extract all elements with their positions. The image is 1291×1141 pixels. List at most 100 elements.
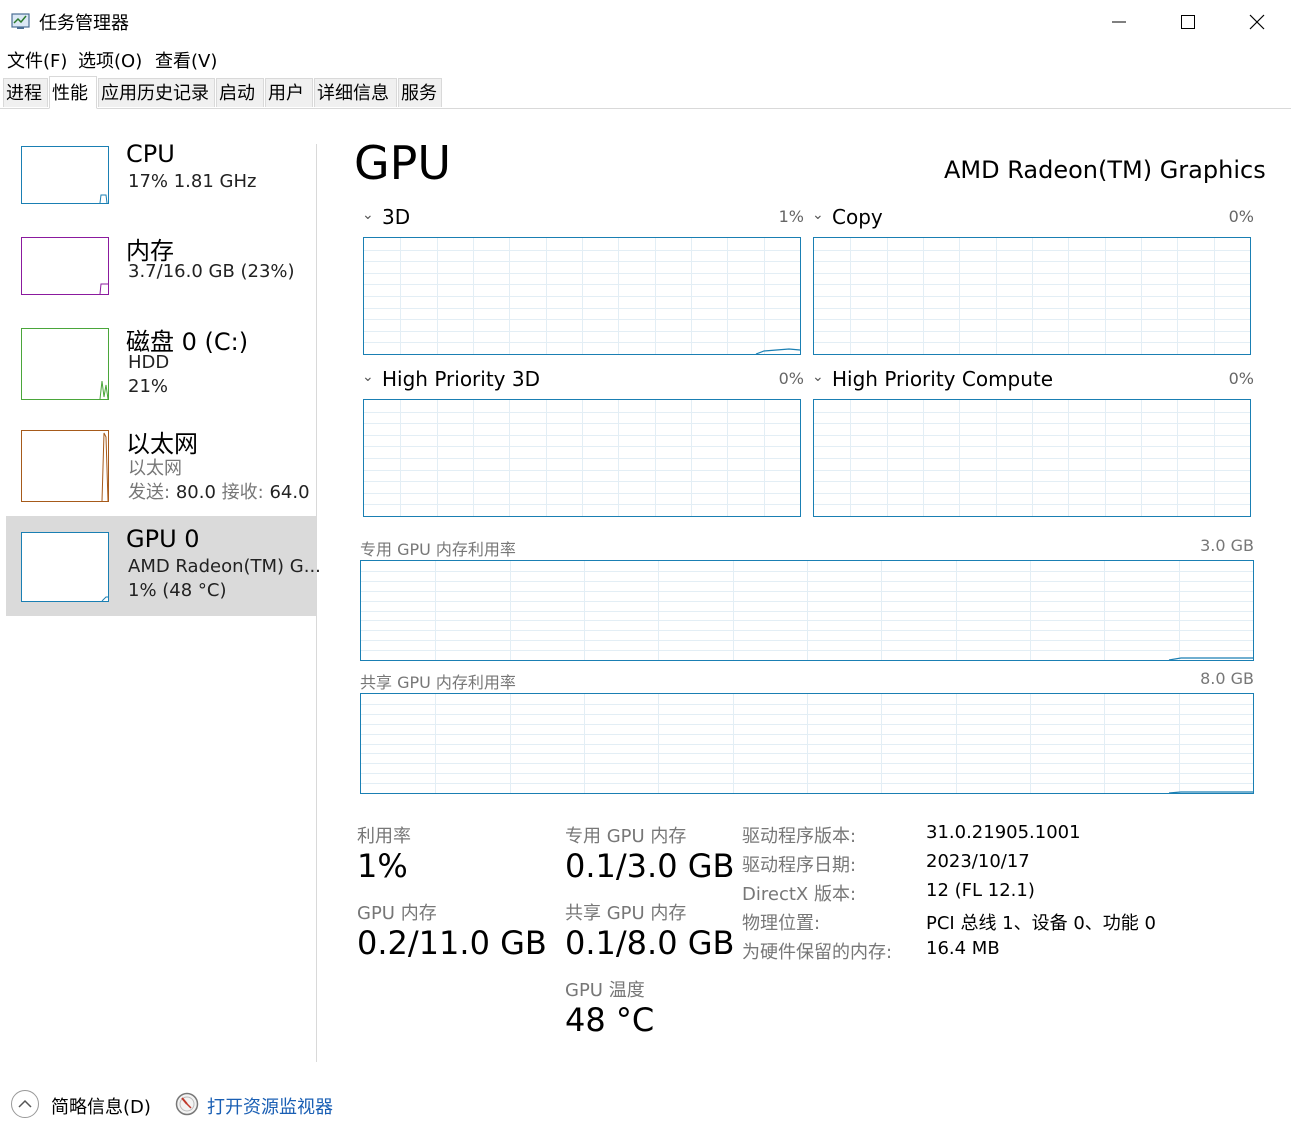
engine-pct-hpcompute: 0% [1228, 369, 1254, 388]
resource-monitor-icon[interactable] [175, 1092, 199, 1116]
engine-selector-hp3d[interactable]: High Priority 3D [382, 367, 540, 391]
driver-version-value: 31.0.21905.1001 [926, 822, 1081, 843]
sidebar-item-throughput: 发送: 80.0 接收: 64.0 K [128, 478, 316, 504]
engine-pct-3d: 1% [778, 207, 804, 226]
reserved-memory-value: 16.4 MB [926, 938, 1000, 959]
sidebar-item-disk[interactable]: 磁盘 0 (C:) HDD 21% [6, 314, 316, 414]
tab-services[interactable]: 服务 [398, 78, 442, 107]
engine-graph-hp3d [363, 399, 801, 517]
sidebar-item-detail: 17% 1.81 GHz [128, 171, 257, 192]
directx-version-key: DirectX 版本: [742, 884, 857, 905]
sidebar-item-detail: AMD Radeon(TM) G... [128, 556, 321, 577]
page-title: GPU [354, 136, 452, 190]
sidebar-item-title: GPU 0 [126, 525, 200, 553]
driver-version-key: 驱动程序版本: [742, 826, 857, 847]
open-resource-monitor-link[interactable]: 打开资源监视器 [207, 1093, 333, 1119]
graph-grid [364, 400, 800, 516]
utilization-label: 利用率 [357, 826, 411, 847]
dedicated-memory-stat-value: 0.1/3.0 GB [565, 847, 735, 885]
utilization-value: 1% [357, 847, 408, 885]
sidebar-item-detail-2: 21% [128, 376, 169, 397]
minimize-button[interactable] [1085, 0, 1153, 44]
graph-grid [814, 400, 1250, 516]
sidebar-item-detail: HDD [128, 352, 170, 373]
engine-pct-hp3d: 0% [778, 369, 804, 388]
graph-grid [364, 238, 800, 354]
sidebar-item-memory[interactable]: 内存 3.7/16.0 GB (23%) [6, 222, 316, 322]
receive-label: 接收: [221, 482, 264, 503]
usage-line [1168, 791, 1253, 793]
engine-graph-hpcompute [813, 399, 1251, 517]
chevron-down-icon[interactable]: ⌄ [362, 369, 374, 385]
sidebar-item-detail: 以太网 [128, 458, 182, 479]
shared-memory-max: 8.0 GB [1200, 669, 1254, 688]
engine-selector-hpcompute[interactable]: High Priority Compute [832, 367, 1053, 391]
sidebar-item-detail: 3.7/16.0 GB (23%) [128, 261, 295, 282]
gpu-memory-value: 0.2/11.0 GB [357, 924, 547, 962]
driver-date-key: 驱动程序日期: [742, 855, 857, 876]
chevron-up-icon [18, 1099, 32, 1108]
gpu-temperature-label: GPU 温度 [565, 980, 645, 1001]
directx-version-value: 12 (FL 12.1) [926, 880, 1035, 901]
send-label: 发送: [128, 482, 171, 503]
tab-details[interactable]: 详细信息 [314, 78, 397, 107]
sidebar-item-gpu[interactable]: GPU 0 AMD Radeon(TM) G... 1% (48 °C) [6, 516, 321, 616]
fewer-details-toggle[interactable] [11, 1090, 39, 1118]
usage-line [755, 348, 800, 354]
tab-app-history[interactable]: 应用历史记录 [98, 78, 215, 107]
sidebar-item-ethernet[interactable]: 以太网 以太网 发送: 80.0 接收: 64.0 K [6, 416, 316, 516]
sidebar-item-cpu[interactable]: CPU 17% 1.81 GHz [6, 132, 316, 232]
shared-memory-graph [360, 693, 1254, 794]
chevron-down-icon[interactable]: ⌄ [812, 207, 824, 223]
task-manager-icon [11, 10, 33, 32]
engine-pct-copy: 0% [1228, 207, 1254, 226]
dedicated-memory-label: 专用 GPU 内存利用率 [360, 540, 516, 559]
window-title: 任务管理器 [39, 13, 129, 34]
graph-grid [814, 238, 1250, 354]
maximize-button[interactable] [1154, 0, 1222, 44]
ethernet-thumbnail-graph [21, 430, 109, 502]
engine-selector-copy[interactable]: Copy [832, 205, 883, 229]
gpu-thumbnail-graph [21, 532, 109, 602]
send-value: 80.0 [175, 482, 216, 503]
engine-graph-copy [813, 237, 1251, 355]
gpu-temperature-value: 48 °C [565, 1001, 655, 1039]
tab-performance[interactable]: 性能 [49, 76, 97, 109]
shared-memory-stat-label: 共享 GPU 内存 [565, 903, 687, 924]
close-icon [1249, 14, 1265, 30]
tab-users[interactable]: 用户 [265, 78, 313, 107]
sidebar-item-detail-2: 1% (48 °C) [128, 580, 227, 601]
maximize-icon [1181, 15, 1195, 29]
tab-processes[interactable]: 进程 [3, 78, 48, 107]
sidebar-divider [316, 144, 317, 1062]
shared-memory-label: 共享 GPU 内存利用率 [360, 673, 516, 692]
reserved-memory-key: 为硬件保留的内存: [742, 942, 893, 963]
tab-startup[interactable]: 启动 [216, 78, 264, 107]
chevron-down-icon[interactable]: ⌄ [362, 207, 374, 223]
graph-grid [361, 561, 1253, 660]
memory-thumbnail-graph [21, 237, 109, 295]
gpu-memory-label: GPU 内存 [357, 903, 437, 924]
physical-location-value: PCI 总线 1、设备 0、功能 0 [926, 913, 1156, 934]
menu-view[interactable]: 查看(V) [155, 47, 217, 73]
graph-grid [361, 694, 1253, 793]
gpu-model-name: AMD Radeon(TM) Graphics [944, 156, 1266, 184]
shared-memory-stat-value: 0.1/8.0 GB [565, 924, 735, 962]
fewer-details-button[interactable]: 简略信息(D) [51, 1093, 151, 1119]
menu-options[interactable]: 选项(O) [78, 47, 142, 73]
physical-location-key: 物理位置: [742, 913, 821, 934]
sidebar-item-title: CPU [126, 140, 175, 168]
close-button[interactable] [1223, 0, 1291, 44]
driver-date-value: 2023/10/17 [926, 851, 1030, 872]
usage-line [1168, 657, 1253, 660]
menu-file[interactable]: 文件(F) [7, 47, 67, 73]
dedicated-memory-graph [360, 560, 1254, 661]
chevron-down-icon[interactable]: ⌄ [812, 369, 824, 385]
receive-value: 64.0 K [269, 482, 316, 503]
dedicated-memory-max: 3.0 GB [1200, 536, 1254, 555]
minimize-icon [1112, 21, 1126, 23]
engine-graph-3d [363, 237, 801, 355]
disk-thumbnail-graph [21, 328, 109, 400]
dedicated-memory-stat-label: 专用 GPU 内存 [565, 826, 687, 847]
engine-selector-3d[interactable]: 3D [382, 205, 410, 229]
